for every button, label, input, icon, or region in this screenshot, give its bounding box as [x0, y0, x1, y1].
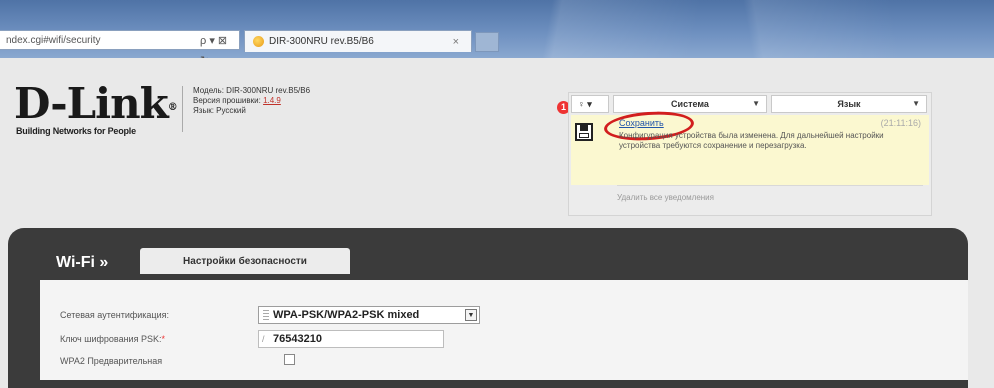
floppy-disk-icon: [575, 123, 593, 141]
bulb-icon: ♀ ▾: [578, 99, 592, 109]
section-title[interactable]: Wi-Fi »: [56, 254, 108, 272]
chevron-down-icon: ▼: [912, 99, 920, 108]
chevron-down-icon: ▼: [752, 99, 760, 108]
pencil-icon: /: [262, 334, 265, 344]
tab-title: DIR-300NRU rev.B5/B6: [269, 36, 374, 47]
tab-security-settings[interactable]: Настройки безопасности: [140, 248, 350, 274]
language-line: Язык: Русский: [193, 106, 246, 115]
wpa2-preauth-label: WPA2 Предварительная: [60, 356, 163, 366]
clear-notifications-link[interactable]: Удалить все уведомления: [617, 193, 714, 202]
address-text: ndex.cgi#wifi/security: [6, 35, 101, 46]
logo-tagline: Building Networks for People: [16, 126, 136, 136]
notification-message: Конфигурация устройства была изменена. Д…: [619, 131, 884, 150]
model-line: Модель: DIR-300NRU rev.B5/B6: [193, 86, 311, 95]
psk-input[interactable]: / 76543210: [258, 330, 444, 348]
language-menu[interactable]: Язык ▼: [771, 95, 927, 113]
new-tab-button[interactable]: [475, 32, 499, 52]
wpa2-preauth-checkbox[interactable]: [284, 354, 295, 365]
auth-select-value: WPA-PSK/WPA2-PSK mixed: [273, 309, 420, 321]
auth-select[interactable]: WPA-PSK/WPA2-PSK mixed ▼: [258, 306, 480, 324]
security-form: Сетевая аутентификация: WPA-PSK/WPA2-PSK…: [40, 280, 968, 380]
dlink-logo: D-Link®: [14, 79, 178, 128]
divider: [182, 86, 183, 132]
notifications-dropdown[interactable]: ♀ ▾: [571, 95, 609, 113]
auth-label: Сетевая аутентификация:: [60, 310, 169, 320]
notification-time: (21:11:16): [880, 118, 921, 128]
notification-panel: ♀ ▾ Система ▼ Язык ▼ Сохранить (21:11:16) …: [568, 92, 932, 216]
favicon-icon: [253, 36, 264, 47]
notification-item: Сохранить (21:11:16) Конфигурация устрой…: [571, 108, 929, 185]
grip-icon: [263, 310, 269, 320]
divider: [617, 185, 923, 186]
main-panel: Wi-Fi » Настройки безопасности Сетевая а…: [8, 228, 968, 388]
firmware-line: Версия прошивки: 1.4.9: [193, 96, 281, 105]
psk-value: 76543210: [273, 333, 322, 345]
chevron-down-icon[interactable]: ▼: [465, 309, 477, 321]
firmware-link[interactable]: 1.4.9: [263, 96, 281, 105]
save-link[interactable]: Сохранить: [619, 118, 664, 128]
close-icon[interactable]: ×: [453, 31, 459, 53]
browser-chrome: ndex.cgi#wifi/security ρ ▾ ⊠ ↻ DIR-300NR…: [0, 0, 994, 67]
system-menu[interactable]: Система ▼: [613, 95, 767, 113]
psk-label: Ключ шифрования PSK:*: [60, 334, 165, 344]
browser-tab[interactable]: DIR-300NRU rev.B5/B6 ×: [244, 30, 472, 52]
device-info: Модель: DIR-300NRU rev.B5/B6 Версия прош…: [193, 86, 310, 116]
address-bar-icons[interactable]: ρ ▾ ⊠ ↻: [200, 31, 239, 67]
required-mark: *: [161, 334, 165, 344]
address-bar[interactable]: ndex.cgi#wifi/security ρ ▾ ⊠ ↻: [0, 30, 240, 67]
